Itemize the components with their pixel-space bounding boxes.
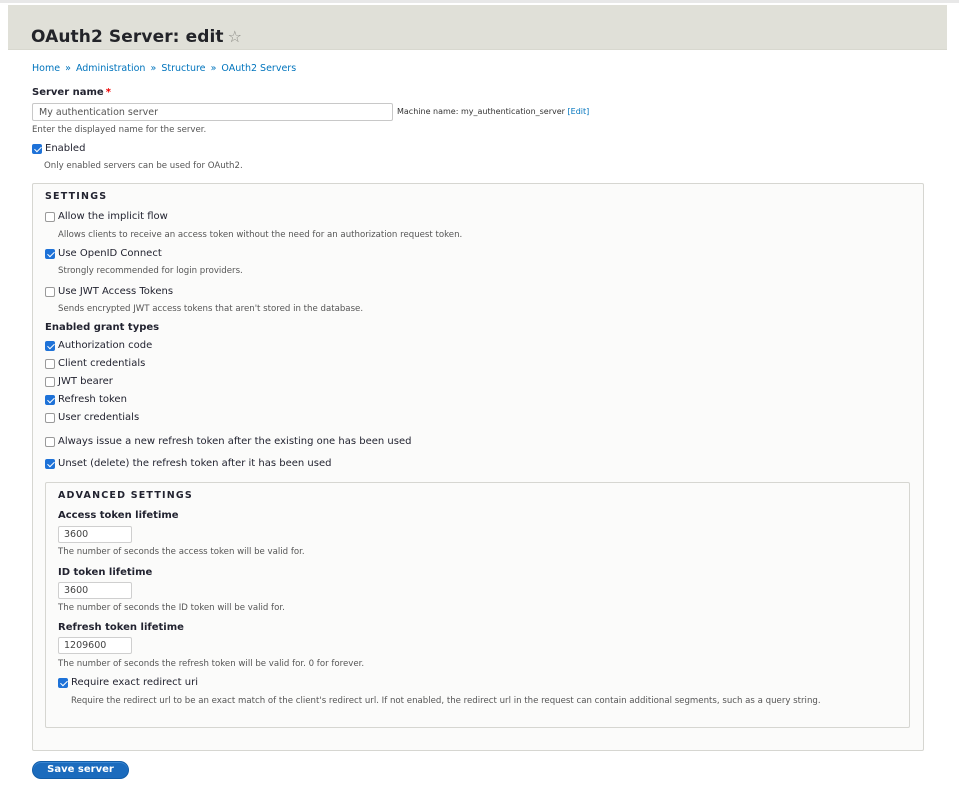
- access-token-lifetime-value: 3600: [64, 529, 89, 540]
- top-border: [0, 0, 959, 3]
- grant-type-checkbox[interactable]: [45, 340, 55, 351]
- settings-legend: SETTINGS: [45, 191, 108, 202]
- jwt-access-tokens-checkbox[interactable]: [45, 286, 55, 297]
- access-token-lifetime-input[interactable]: 3600: [58, 526, 132, 543]
- grant-type-authorization-code[interactable]: Authorization code: [45, 340, 152, 351]
- id-token-lifetime-input[interactable]: 3600: [58, 582, 132, 599]
- require-exact-redirect-row[interactable]: Require exact redirect uri: [58, 677, 198, 688]
- require-exact-redirect-checkbox[interactable]: [58, 677, 68, 688]
- machine-name: Machine name: my_authentication_server […: [397, 107, 589, 116]
- breadcrumb-separator: »: [65, 63, 71, 74]
- breadcrumb-administration[interactable]: Administration: [76, 63, 146, 74]
- grant-type-label: JWT bearer: [58, 376, 113, 387]
- grant-type-client-credentials[interactable]: Client credentials: [45, 358, 145, 369]
- breadcrumb-separator: »: [210, 63, 217, 74]
- grant-type-label: User credentials: [58, 412, 140, 423]
- id-token-lifetime-description: The number of seconds the ID token will …: [58, 603, 285, 613]
- server-name-description: Enter the displayed name for the server.: [32, 125, 207, 135]
- server-name-input[interactable]: My authentication server: [32, 103, 393, 121]
- machine-name-edit-link[interactable]: [Edit]: [568, 107, 590, 116]
- refresh-token-lifetime-value: 1209600: [64, 640, 107, 651]
- grant-type-checkbox[interactable]: [45, 358, 55, 369]
- unset-refresh-row[interactable]: Unset (delete) the refresh token after i…: [45, 458, 331, 469]
- grant-type-checkbox[interactable]: [45, 394, 55, 405]
- jwt-access-tokens-description: Sends encrypted JWT access tokens that a…: [58, 304, 364, 314]
- refresh-token-lifetime-description: The number of seconds the refresh token …: [58, 659, 365, 669]
- grant-type-checkbox[interactable]: [45, 376, 55, 387]
- grant-type-refresh-token[interactable]: Refresh token: [45, 394, 127, 405]
- unset-refresh-label: Unset (delete) the refresh token after i…: [58, 458, 332, 469]
- refresh-token-lifetime-label: Refresh token lifetime: [58, 622, 184, 633]
- enabled-checkbox-row[interactable]: Enabled: [32, 143, 85, 154]
- openid-connect-row[interactable]: Use OpenID Connect: [45, 248, 162, 259]
- implicit-flow-description: Allows clients to receive an access toke…: [58, 230, 463, 240]
- enabled-description: Only enabled servers can be used for OAu…: [44, 161, 243, 171]
- openid-connect-description: Strongly recommended for login providers…: [58, 266, 243, 276]
- star-outline-icon[interactable]: ☆: [228, 27, 242, 46]
- grant-type-label: Client credentials: [58, 358, 146, 369]
- require-exact-redirect-description: Require the redirect url to be an exact …: [71, 696, 821, 706]
- always-issue-refresh-row[interactable]: Always issue a new refresh token after t…: [45, 436, 411, 447]
- grant-type-jwt-bearer[interactable]: JWT bearer: [45, 376, 113, 387]
- grant-type-checkbox[interactable]: [45, 412, 55, 423]
- breadcrumb-separator: »: [150, 63, 157, 74]
- advanced-settings-legend: ADVANCED SETTINGS: [58, 490, 193, 501]
- openid-connect-checkbox[interactable]: [45, 248, 55, 259]
- id-token-lifetime-value: 3600: [64, 585, 89, 596]
- always-issue-refresh-label: Always issue a new refresh token after t…: [58, 436, 412, 447]
- server-name-value: My authentication server: [39, 107, 158, 118]
- breadcrumb-home[interactable]: Home: [32, 63, 60, 74]
- page-title: OAuth2 Server: edit ☆: [31, 27, 242, 47]
- page-title-text: OAuth2 Server: edit: [31, 27, 224, 47]
- enabled-label: Enabled: [45, 143, 86, 154]
- required-marker: *: [105, 87, 111, 98]
- page-header: OAuth2 Server: edit ☆: [8, 5, 947, 50]
- openid-connect-label: Use OpenID Connect: [58, 248, 162, 259]
- save-server-button[interactable]: Save server: [32, 761, 129, 779]
- enabled-checkbox[interactable]: [32, 143, 42, 154]
- grant-type-user-credentials[interactable]: User credentials: [45, 412, 139, 423]
- always-issue-refresh-checkbox[interactable]: [45, 436, 55, 447]
- id-token-lifetime-label: ID token lifetime: [58, 567, 153, 578]
- breadcrumb-structure[interactable]: Structure: [161, 63, 205, 74]
- breadcrumb: Home » Administration » Structure » OAut…: [32, 63, 296, 74]
- grant-type-label: Refresh token: [58, 394, 127, 405]
- require-exact-redirect-label: Require exact redirect uri: [71, 677, 198, 688]
- grant-types-label: Enabled grant types: [45, 322, 160, 333]
- machine-name-text: Machine name: my_authentication_server: [397, 107, 565, 116]
- unset-refresh-checkbox[interactable]: [45, 458, 55, 469]
- refresh-token-lifetime-input[interactable]: 1209600: [58, 637, 132, 654]
- jwt-access-tokens-label: Use JWT Access Tokens: [58, 286, 174, 297]
- server-name-label: Server name *: [32, 87, 111, 98]
- access-token-lifetime-label: Access token lifetime: [58, 510, 179, 521]
- access-token-lifetime-description: The number of seconds the access token w…: [58, 547, 305, 557]
- server-name-label-text: Server name: [32, 87, 104, 98]
- grant-type-label: Authorization code: [58, 340, 153, 351]
- implicit-flow-row[interactable]: Allow the implicit flow: [45, 211, 168, 222]
- breadcrumb-oauth2-servers[interactable]: OAuth2 Servers: [221, 63, 296, 74]
- jwt-access-tokens-row[interactable]: Use JWT Access Tokens: [45, 286, 173, 297]
- implicit-flow-checkbox[interactable]: [45, 211, 55, 222]
- implicit-flow-label: Allow the implicit flow: [58, 211, 168, 222]
